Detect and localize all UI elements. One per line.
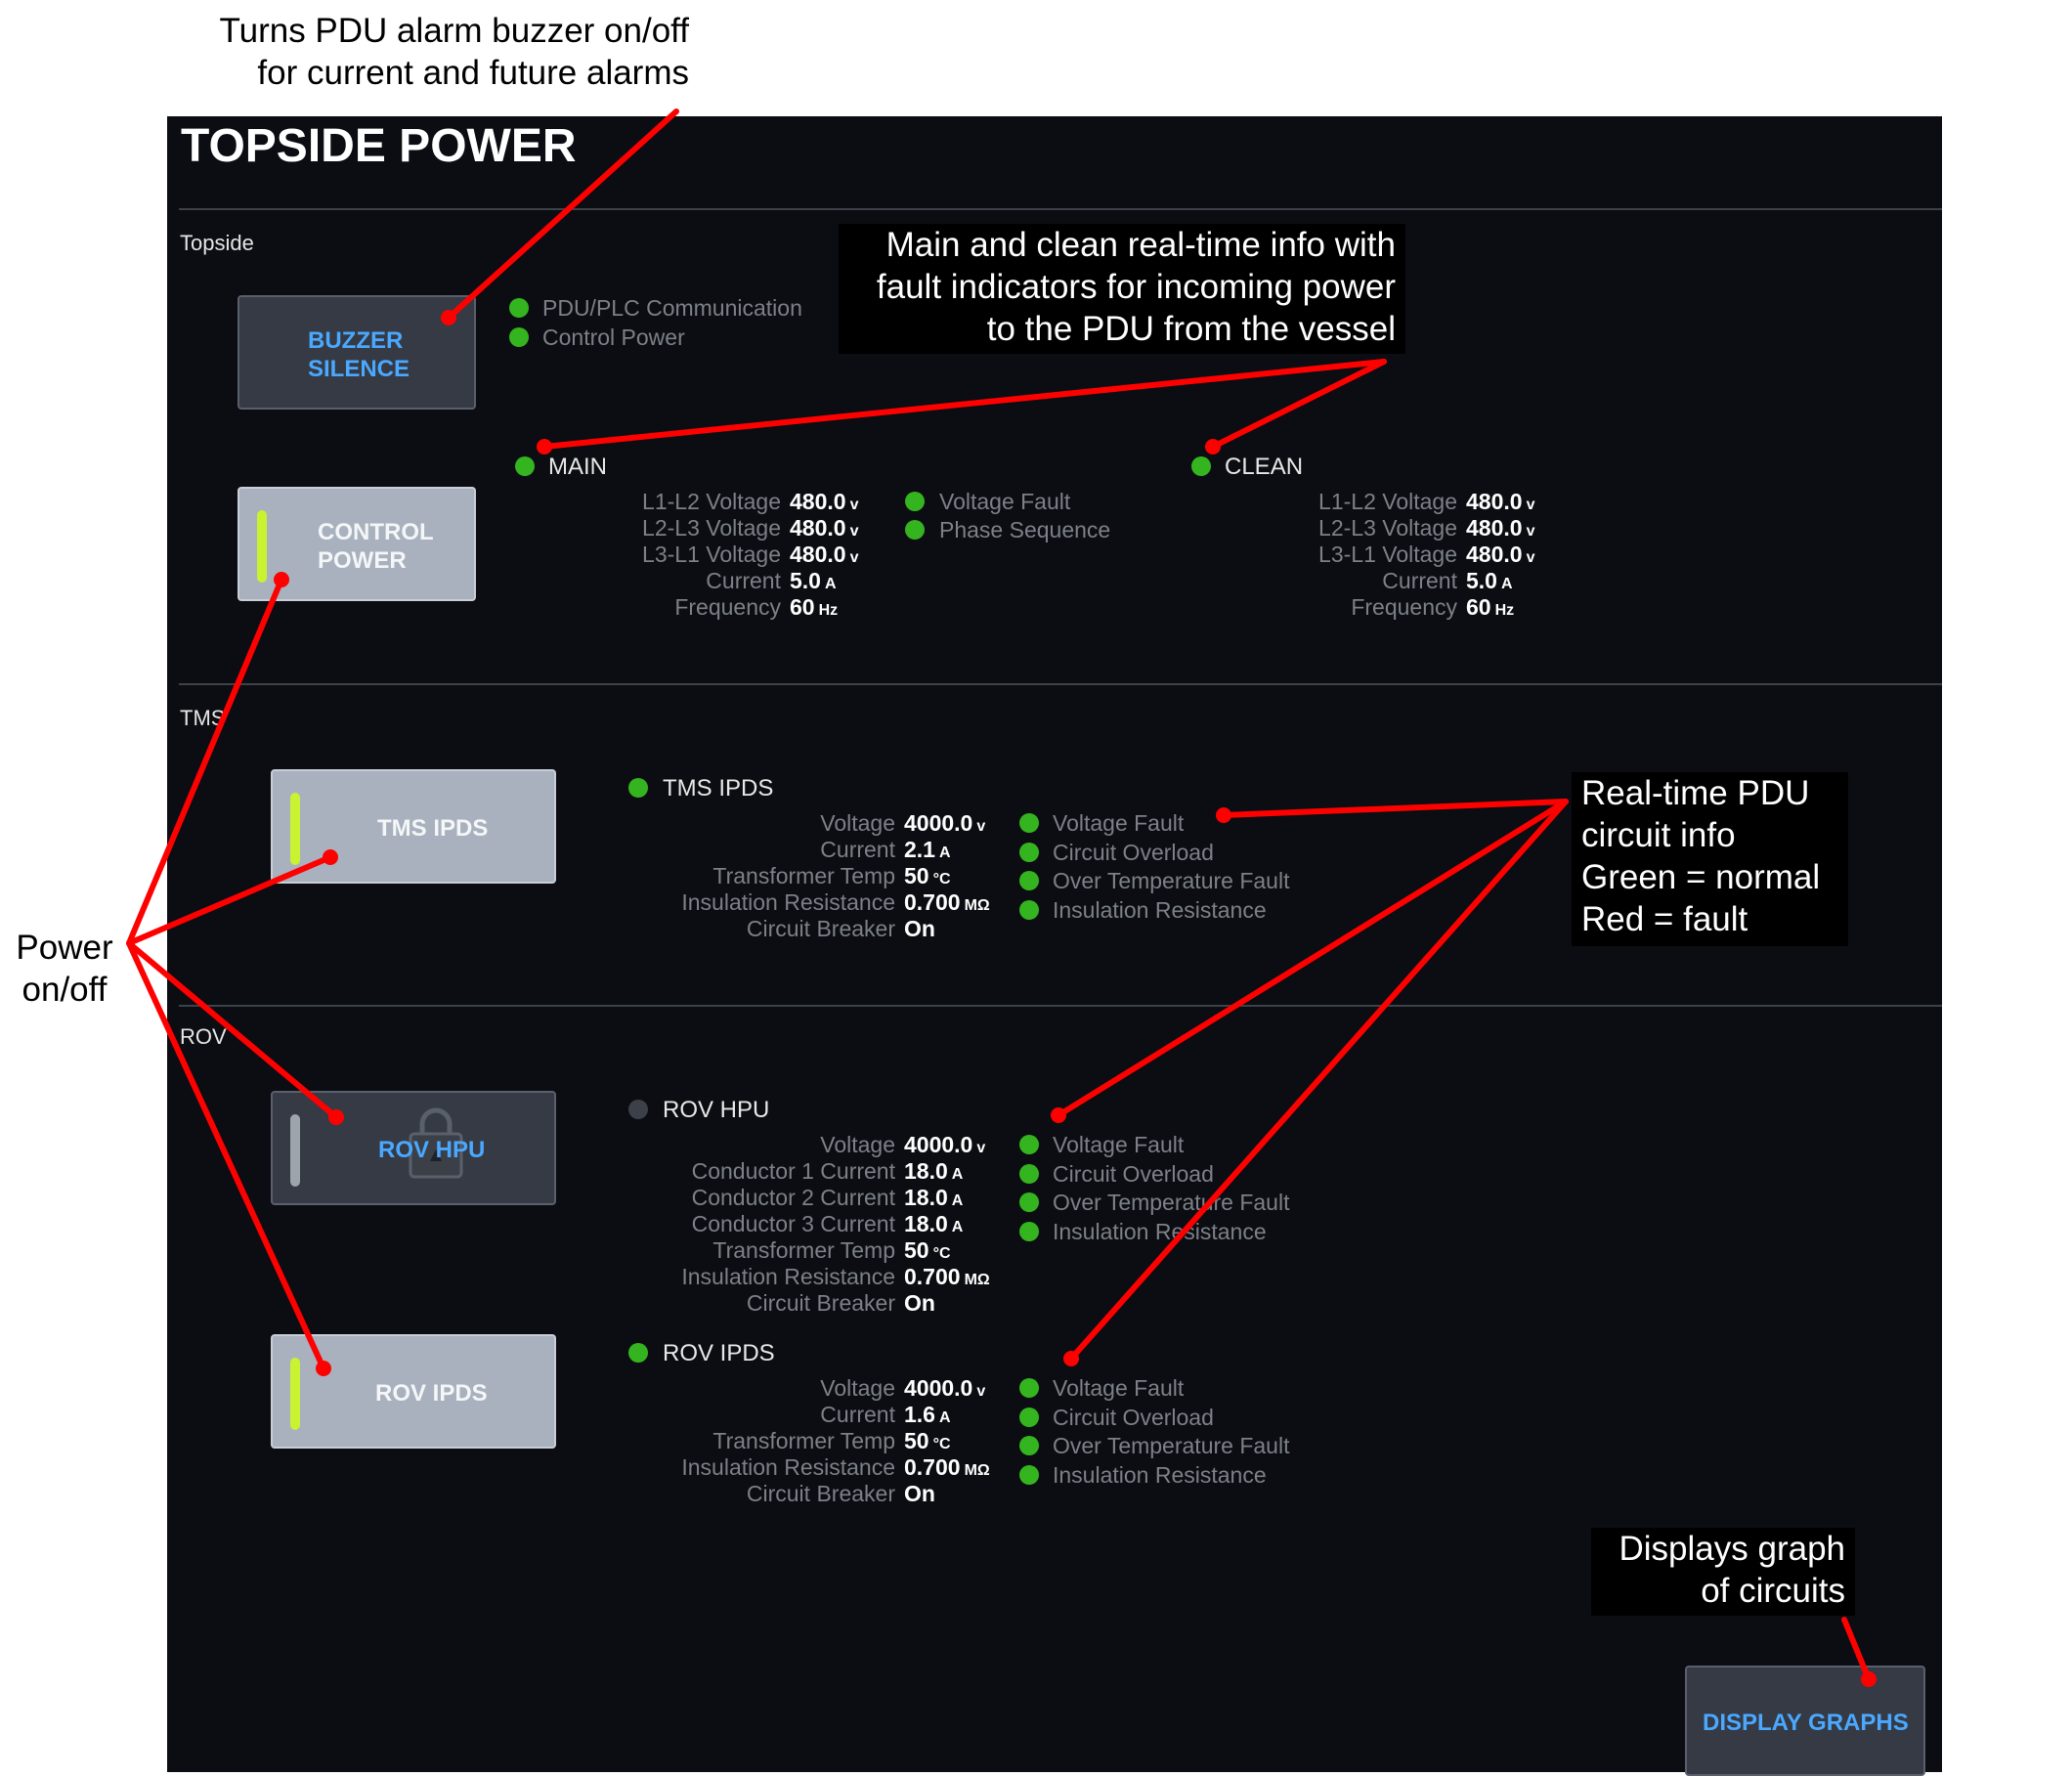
leader-dot bbox=[323, 849, 338, 865]
leader-line bbox=[541, 359, 1387, 450]
leader-line bbox=[446, 108, 679, 321]
leader-dot bbox=[1205, 439, 1221, 455]
leader-dot bbox=[328, 1109, 344, 1125]
leader-dot bbox=[1063, 1351, 1079, 1366]
leader-dot bbox=[537, 439, 552, 455]
leader-dot bbox=[441, 310, 456, 325]
leader-line bbox=[1221, 799, 1569, 818]
leader-line bbox=[1056, 799, 1569, 1118]
leader-dot bbox=[1861, 1671, 1877, 1687]
leader-dot bbox=[1216, 807, 1231, 823]
leader-line bbox=[126, 940, 326, 1371]
annotation-lines bbox=[126, 108, 1877, 1687]
leader-line bbox=[1068, 799, 1569, 1362]
leader-dot bbox=[1051, 1107, 1066, 1123]
leader-dot bbox=[274, 572, 289, 587]
leader-line bbox=[1841, 1617, 1872, 1682]
leader-line bbox=[126, 940, 339, 1120]
leader-dot bbox=[316, 1361, 331, 1376]
